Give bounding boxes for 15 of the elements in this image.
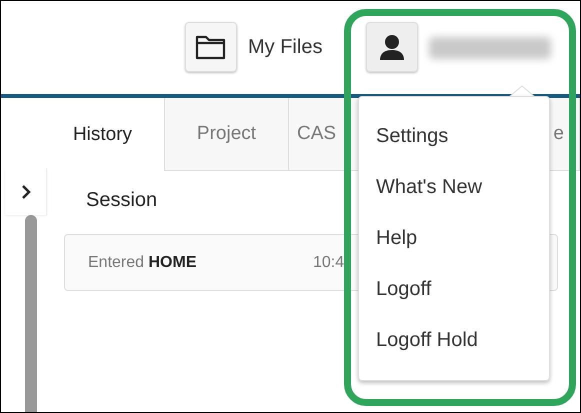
scrollbar[interactable] (25, 215, 37, 412)
my-files-label[interactable]: My Files (248, 36, 322, 59)
person-icon (379, 32, 406, 60)
menu-item[interactable]: Logoff Hold (359, 315, 549, 366)
my-files-button[interactable] (185, 22, 237, 72)
entry-time: 10:4 (313, 254, 344, 272)
session-heading: Session (86, 189, 158, 212)
chevron-icon (20, 184, 30, 200)
user-button[interactable] (366, 22, 418, 72)
expand-button[interactable] (5, 168, 47, 215)
tab[interactable]: Project (165, 98, 289, 171)
entry-text: Entered HOME (88, 254, 198, 272)
tab[interactable]: History (41, 98, 165, 171)
menu-item[interactable]: What's New (359, 162, 549, 213)
menu-item[interactable]: Settings (359, 111, 549, 162)
